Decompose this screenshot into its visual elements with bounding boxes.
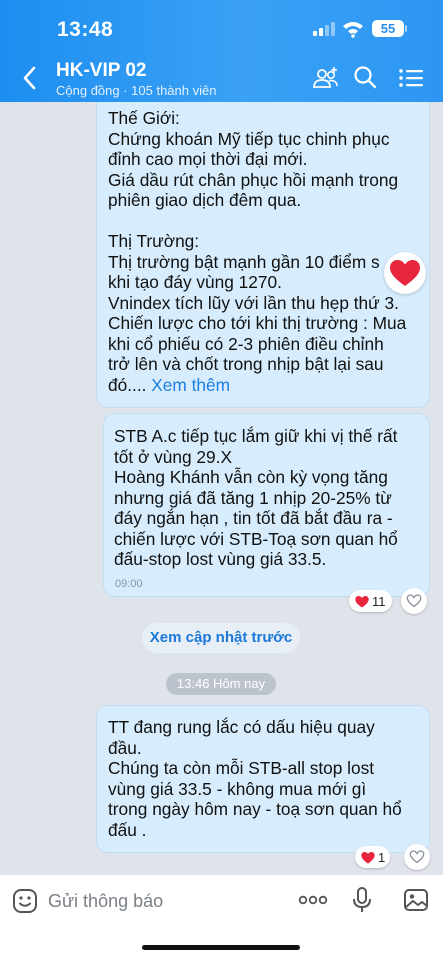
react-button[interactable] <box>404 844 430 870</box>
microphone-icon[interactable] <box>352 886 372 914</box>
message-input[interactable] <box>48 887 288 915</box>
message-text: STB A.c tiếp tục lắm giữ khi vị thế rất … <box>114 426 398 569</box>
search-icon[interactable] <box>353 65 377 89</box>
members-icon[interactable] <box>312 65 340 91</box>
message-time: 09:00 <box>115 578 143 590</box>
image-icon[interactable] <box>403 888 429 912</box>
message-text: TT đang rung lắc có dấu hiệu quay đầu. C… <box>108 717 402 840</box>
time-divider: 13:46 Hôm nay <box>166 673 276 695</box>
list-menu-icon[interactable] <box>398 68 424 88</box>
reaction-count-value: 11 <box>372 594 386 609</box>
heart-icon <box>355 596 369 608</box>
cellular-signal-icon <box>313 22 335 36</box>
message-composer <box>0 875 443 960</box>
home-indicator <box>142 945 300 950</box>
reaction-count[interactable]: 1 <box>355 846 390 868</box>
reaction-count-value: 1 <box>378 850 386 865</box>
heart-icon <box>361 852 375 864</box>
message-body: Thế Giới: Chứng khoán Mỹ tiếp tục chinh … <box>108 108 407 395</box>
wifi-icon <box>343 22 363 38</box>
battery-tip <box>405 25 407 32</box>
chat-header: 13:48 55 HK-VIP 02 Cộng đồng · 105 thành… <box>0 0 443 102</box>
more-icon[interactable] <box>298 894 328 906</box>
heart-reaction-button[interactable] <box>384 252 426 294</box>
status-time: 13:48 <box>57 18 114 41</box>
chevron-left-icon[interactable] <box>18 64 42 92</box>
message-bubble[interactable]: Thế Giới: Chứng khoán Mỹ tiếp tục chinh … <box>96 102 430 408</box>
message-text: Thế Giới: Chứng khoán Mỹ tiếp tục chinh … <box>108 108 423 395</box>
heart-icon <box>390 260 420 286</box>
load-previous-button[interactable]: Xem cập nhật trước <box>142 623 300 653</box>
sticker-icon[interactable] <box>12 888 38 914</box>
see-more-link[interactable]: Xem thêm <box>151 375 230 395</box>
status-bar: 13:48 55 <box>0 0 443 56</box>
heart-outline-icon <box>409 850 425 864</box>
message-bubble[interactable]: TT đang rung lắc có dấu hiệu quay đầu. C… <box>96 705 430 853</box>
reaction-count[interactable]: 11 <box>349 590 392 612</box>
group-title[interactable]: HK-VIP 02 <box>56 60 146 82</box>
heart-outline-icon <box>406 594 422 608</box>
react-button[interactable] <box>401 588 427 614</box>
message-bubble[interactable]: STB A.c tiếp tục lắm giữ khi vị thế rất … <box>103 413 430 597</box>
battery-indicator: 55 <box>372 20 404 37</box>
group-subtitle: Cộng đồng · 105 thành viên <box>56 83 217 98</box>
